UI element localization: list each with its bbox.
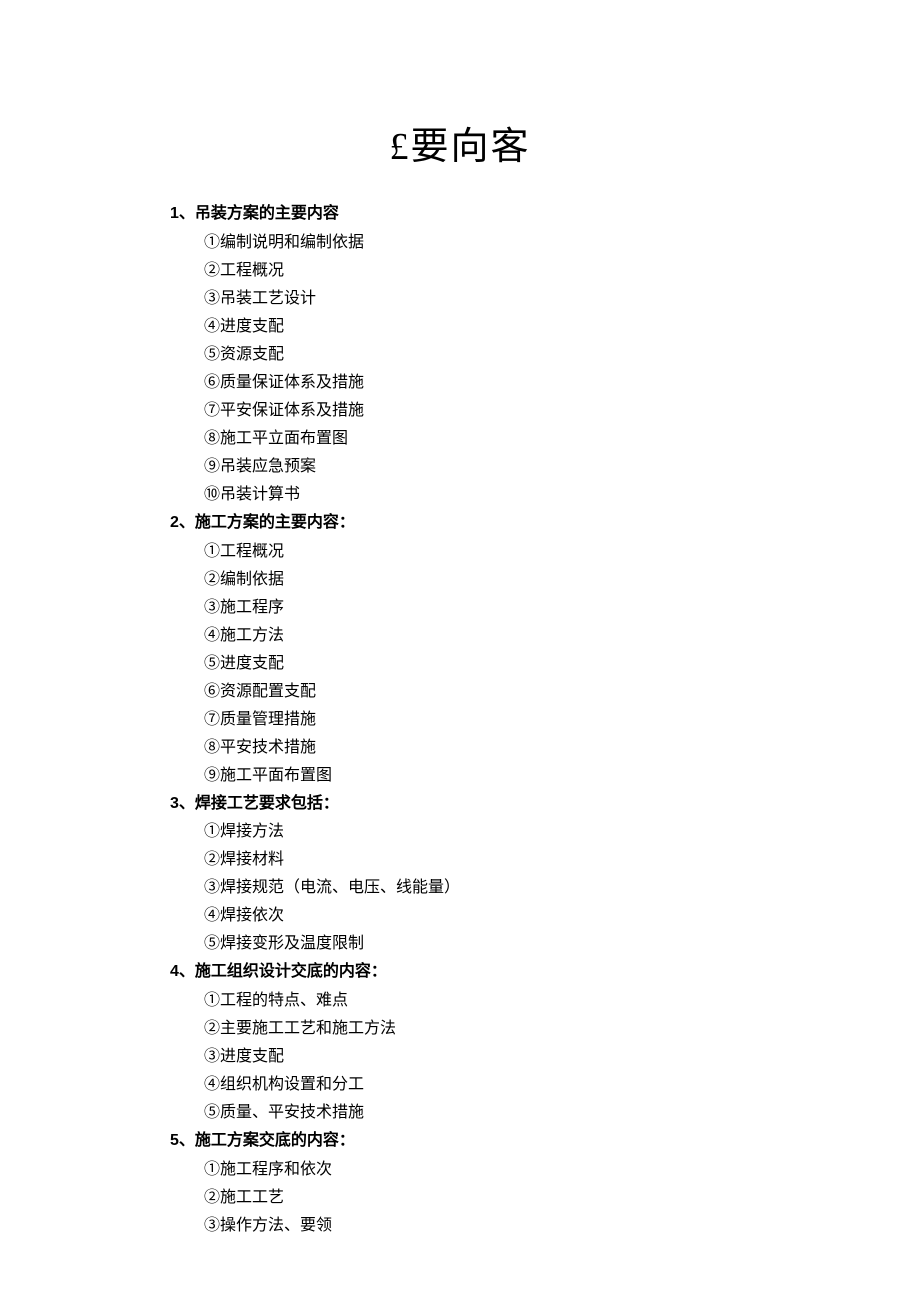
list-item: ④组织机构设置和分工 [170,1071,750,1099]
list-item: ③进度支配 [170,1043,750,1071]
list-item: ①焊接方法 [170,818,750,846]
list-item: ⑥资源配置支配 [170,678,750,706]
list-item: ①编制说明和编制依据 [170,229,750,257]
list-item: ⑦平安保证体系及措施 [170,397,750,425]
list-item: ⑤进度支配 [170,650,750,678]
section-heading: 5、施工方案交底的内容： [170,1127,750,1156]
list-item: ①施工程序和依次 [170,1156,750,1184]
list-item: ②工程概况 [170,257,750,285]
list-item: ②焊接材料 [170,846,750,874]
list-item: ⑧平安技术措施 [170,734,750,762]
list-item: ⑨施工平面布置图 [170,762,750,790]
list-item: ③吊装工艺设计 [170,285,750,313]
list-item: ④焊接依次 [170,902,750,930]
list-item: ⑥质量保证体系及措施 [170,369,750,397]
document-page: £要向客 1、吊装方案的主要内容①编制说明和编制依据②工程概况③吊装工艺设计④进… [0,0,920,1300]
list-item: ①工程概况 [170,538,750,566]
page-title: £要向客 [170,115,750,170]
list-item: ③操作方法、要领 [170,1212,750,1240]
list-item: ②编制依据 [170,566,750,594]
section-heading: 2、施工方案的主要内容： [170,509,750,538]
list-item: ④施工方法 [170,622,750,650]
list-item: ⑤资源支配 [170,341,750,369]
list-item: ⑤焊接变形及温度限制 [170,930,750,958]
content-body: 1、吊装方案的主要内容①编制说明和编制依据②工程概况③吊装工艺设计④进度支配⑤资… [170,200,750,1240]
list-item: ①工程的特点、难点 [170,987,750,1015]
section-heading: 3、焊接工艺要求包括： [170,790,750,819]
list-item: ②施工工艺 [170,1184,750,1212]
list-item: ③焊接规范（电流、电压、线能量） [170,874,750,902]
section-heading: 4、施工组织设计交底的内容： [170,958,750,987]
list-item: ②主要施工工艺和施工方法 [170,1015,750,1043]
list-item: ⑨吊装应急预案 [170,453,750,481]
list-item: ⑦质量管理措施 [170,706,750,734]
list-item: ④进度支配 [170,313,750,341]
list-item: ③施工程序 [170,594,750,622]
list-item: ⑩吊装计算书 [170,481,750,509]
section-heading: 1、吊装方案的主要内容 [170,200,750,229]
list-item: ⑧施工平立面布置图 [170,425,750,453]
list-item: ⑤质量、平安技术措施 [170,1099,750,1127]
